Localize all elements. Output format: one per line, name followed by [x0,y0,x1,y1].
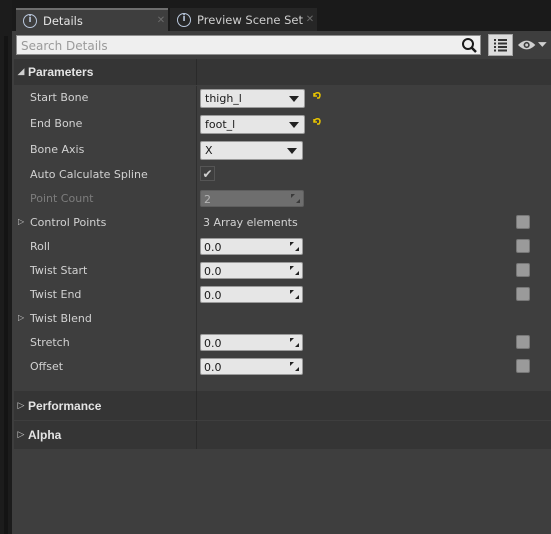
auto-calculate-spline-checkbox[interactable]: ✔ [200,166,215,181]
combo-value: X [205,144,213,157]
end-bone-combo[interactable]: foot_l [200,115,305,134]
spin-drag-icon[interactable] [290,362,299,371]
property-matrix-button[interactable] [488,34,513,56]
field-value: 0.0 [204,337,222,350]
details-panel: Search Details ◢ Parameters Start Bone t… [12,31,551,534]
property-label: Offset [30,360,64,373]
array-options-button[interactable] [516,215,530,229]
property-row-stretch: Stretch 0.0 [14,331,551,355]
tab-label: Details [43,13,83,28]
expand-arrow-icon[interactable]: ▷ [18,217,24,226]
section-alpha[interactable]: ▷ Alpha [14,421,551,449]
property-row-point-count: Point Count 2 [14,187,551,211]
point-count-field: 2 [200,190,304,207]
pin-toggle[interactable] [516,239,530,253]
search-placeholder: Search Details [21,39,108,53]
spin-drag-icon [291,194,300,203]
reset-to-default-icon[interactable] [312,117,322,127]
start-bone-combo[interactable]: thigh_l [200,89,305,108]
offset-field[interactable]: 0.0 [200,358,303,375]
property-label: Twist End [30,288,82,301]
spin-drag-icon[interactable] [290,242,299,251]
tab-bar: i Details ✕ i Preview Scene Sett ✕ [12,0,551,31]
property-label: Twist Blend [30,312,92,325]
dropdown-arrow-icon [289,122,299,128]
combo-value: foot_l [205,118,236,131]
tab-preview-scene-settings[interactable]: i Preview Scene Sett ✕ [170,8,317,31]
property-row-auto-calculate-spline: Auto Calculate Spline ✔ [14,163,551,187]
search-icon[interactable] [461,37,478,54]
property-label: Stretch [30,336,70,349]
property-row-twist-start: Twist Start 0.0 [14,259,551,283]
search-input[interactable]: Search Details [16,35,481,55]
property-row-end-bone: End Bone foot_l [14,112,551,136]
details-info-icon: i [177,12,191,27]
bone-axis-combo[interactable]: X [200,141,303,160]
field-value: 0.0 [204,361,222,374]
property-row-offset: Offset 0.0 [14,355,551,379]
dropdown-arrow-icon [287,148,297,154]
reset-to-default-icon[interactable] [312,91,322,101]
section-title: Alpha [28,428,62,442]
property-label: Point Count [30,192,94,205]
expand-arrow-icon: ▷ [17,400,25,411]
array-elements-count: 3 Array elements [203,216,298,229]
property-label: Auto Calculate Spline [30,168,148,181]
section-title: Performance [28,398,102,413]
expand-arrow-icon[interactable]: ▷ [18,313,24,322]
property-row-start-bone: Start Bone thigh_l [14,86,551,110]
dropdown-arrow-icon [289,96,299,102]
pin-toggle[interactable] [516,335,530,349]
field-value: 0.0 [204,289,222,302]
twist-start-field[interactable]: 0.0 [200,262,303,279]
section-performance[interactable]: ▷ Performance [14,391,551,420]
view-options-button[interactable] [517,36,547,54]
property-label: Control Points [30,216,107,229]
checkmark-icon: ✔ [202,166,213,181]
chevron-down-icon [538,42,547,47]
property-label: Roll [30,240,50,253]
stretch-field[interactable]: 0.0 [200,334,303,351]
search-row: Search Details [16,34,547,56]
tab-details[interactable]: i Details ✕ [16,8,168,31]
pin-toggle[interactable] [516,263,530,277]
property-row-control-points: ▷ Control Points 3 Array elements [14,211,551,235]
section-title: Parameters [28,65,94,79]
field-value: 0.0 [204,265,222,278]
field-value: 2 [204,193,211,206]
parameters-properties: Start Bone thigh_l End Bone foot_l Bone [14,86,551,391]
combo-value: thigh_l [205,92,242,105]
field-value: 0.0 [204,241,222,254]
left-panel-edge [0,0,12,534]
close-icon[interactable]: ✕ [303,14,317,25]
grid-list-icon [494,39,507,52]
details-info-icon: i [23,13,37,28]
close-icon[interactable]: ✕ [154,15,168,26]
spin-drag-icon[interactable] [290,290,299,299]
roll-field[interactable]: 0.0 [200,238,303,255]
property-label: Start Bone [30,91,89,104]
twist-end-field[interactable]: 0.0 [200,286,303,303]
eye-icon [517,40,536,50]
section-parameters[interactable]: ◢ Parameters [14,59,551,85]
property-row-roll: Roll 0.0 [14,235,551,259]
property-row-twist-blend: ▷ Twist Blend [14,307,551,331]
pin-toggle[interactable] [516,287,530,301]
property-label: Bone Axis [30,143,85,156]
property-label: End Bone [30,117,83,130]
property-row-twist-end: Twist End 0.0 [14,283,551,307]
collapse-arrow-icon: ◢ [17,67,25,77]
spin-drag-icon[interactable] [290,338,299,347]
pin-toggle[interactable] [516,359,530,373]
property-row-bone-axis: Bone Axis X [14,138,551,162]
expand-arrow-icon: ▷ [17,430,25,440]
tab-label: Preview Scene Sett [197,12,303,27]
spin-drag-icon[interactable] [290,266,299,275]
property-label: Twist Start [30,264,88,277]
